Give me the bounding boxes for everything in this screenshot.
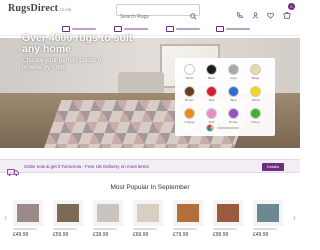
colour-swatch-label: Red xyxy=(208,98,215,102)
colour-swatch-green[interactable] xyxy=(250,108,261,119)
product-image[interactable] xyxy=(173,200,203,226)
search-box xyxy=(116,4,200,22)
nav-item-3[interactable] xyxy=(166,25,200,33)
product-name[interactable] xyxy=(253,228,277,230)
product-image[interactable] xyxy=(53,200,83,226)
colour-swatch-label: Grey xyxy=(230,76,237,80)
colour-swatch-grey[interactable] xyxy=(228,64,239,75)
product-rug xyxy=(257,204,279,222)
product-name[interactable] xyxy=(133,228,157,230)
product-image[interactable] xyxy=(133,200,163,226)
product-rug xyxy=(97,204,119,222)
nav-label xyxy=(72,28,96,30)
colour-swatch-yellow[interactable] xyxy=(250,86,261,97)
product-rug xyxy=(17,204,39,222)
product-name[interactable] xyxy=(13,228,37,230)
logo-text: RugsDirect xyxy=(8,3,59,14)
colour-swatch-label: Orange xyxy=(184,120,195,124)
colour-swatch-red[interactable] xyxy=(206,86,217,97)
promo-details-button[interactable]: Details xyxy=(262,163,284,171)
colour-swatch-label: Brown xyxy=(185,98,194,102)
product-price: £39.99 xyxy=(93,232,109,238)
colour-swatch-black[interactable] xyxy=(206,64,217,75)
colour-swatch-label: Blue xyxy=(230,98,237,102)
colour-swatch-pink[interactable] xyxy=(206,108,217,119)
colour-swatch-label: Purple xyxy=(229,120,238,124)
colour-swatch-purple[interactable] xyxy=(228,108,239,119)
nav-label xyxy=(124,28,148,30)
product-rug xyxy=(217,204,239,222)
colour-swatch-multi-label xyxy=(217,127,239,129)
product-card[interactable]: £99.99 xyxy=(213,200,243,238)
product-price: £69.99 xyxy=(133,232,149,238)
product-rug xyxy=(177,204,199,222)
product-card[interactable]: £69.99 xyxy=(133,200,163,238)
carousel-next-icon[interactable]: › xyxy=(291,213,298,223)
product-image[interactable] xyxy=(253,200,283,226)
colour-picker: White Black Grey Beige Brown Red Blue Yellow Ora… xyxy=(175,58,275,136)
logo-domain: .co.uk xyxy=(58,8,72,13)
product-image[interactable] xyxy=(13,200,43,226)
hero-subtitle: Choose your perfect colour or browse by … xyxy=(22,57,104,71)
colour-swatch-label: Black xyxy=(207,76,216,80)
site-header: RugsDirect.co.uk 0 xyxy=(0,0,300,22)
nav-item-4[interactable] xyxy=(216,25,250,33)
hero-sofa xyxy=(118,72,164,94)
colour-swatch-white[interactable] xyxy=(184,64,195,75)
nav-label xyxy=(226,28,250,30)
product-price: £99.99 xyxy=(213,232,229,238)
colour-swatch-label: Beige xyxy=(251,76,260,80)
colour-swatch-orange[interactable] xyxy=(184,108,195,119)
product-price: £49.99 xyxy=(253,232,269,238)
product-name[interactable] xyxy=(173,228,197,230)
site-logo[interactable]: RugsDirect.co.uk xyxy=(8,3,72,14)
rug-icon xyxy=(216,26,224,32)
delivery-promo-bar: Order now & get it Tomorrow - Free UK De… xyxy=(0,159,300,176)
product-name[interactable] xyxy=(213,228,237,230)
product-rug xyxy=(57,204,79,222)
delivery-truck-icon xyxy=(7,163,19,181)
hero-title: Over 4000 rugs to suit any home xyxy=(22,32,133,55)
colour-swatch-label: Green xyxy=(251,120,260,124)
product-price: £59.99 xyxy=(53,232,69,238)
popular-section-title: Most Popular In September xyxy=(110,184,190,191)
colour-swatch-label: Yellow xyxy=(251,98,260,102)
product-name[interactable] xyxy=(93,228,117,230)
colour-swatch-label: White xyxy=(185,76,194,80)
basket-count-badge: 0 xyxy=(288,3,295,10)
colour-swatch-multi[interactable] xyxy=(206,124,214,132)
rug-icon xyxy=(166,26,174,32)
colour-swatch-blue[interactable] xyxy=(228,86,239,97)
nav-label xyxy=(176,28,200,30)
product-price: £79.99 xyxy=(173,232,189,238)
product-image[interactable] xyxy=(213,200,243,226)
product-name[interactable] xyxy=(53,228,77,230)
colour-swatch-beige[interactable] xyxy=(250,64,261,75)
product-image[interactable] xyxy=(93,200,123,226)
carousel-prev-icon[interactable]: ‹ xyxy=(2,213,9,223)
product-card[interactable]: £39.99 xyxy=(93,200,123,238)
product-card[interactable]: £49.99 xyxy=(13,200,43,238)
promo-text: Order now & get it Tomorrow - Free UK De… xyxy=(24,164,149,169)
search-input[interactable] xyxy=(117,12,187,22)
colour-swatch-brown[interactable] xyxy=(184,86,195,97)
product-card[interactable]: £79.99 xyxy=(173,200,203,238)
product-price: £49.99 xyxy=(13,232,29,238)
product-card[interactable]: £59.99 xyxy=(53,200,83,238)
product-rug xyxy=(137,204,159,222)
product-card[interactable]: £49.99 xyxy=(253,200,283,238)
